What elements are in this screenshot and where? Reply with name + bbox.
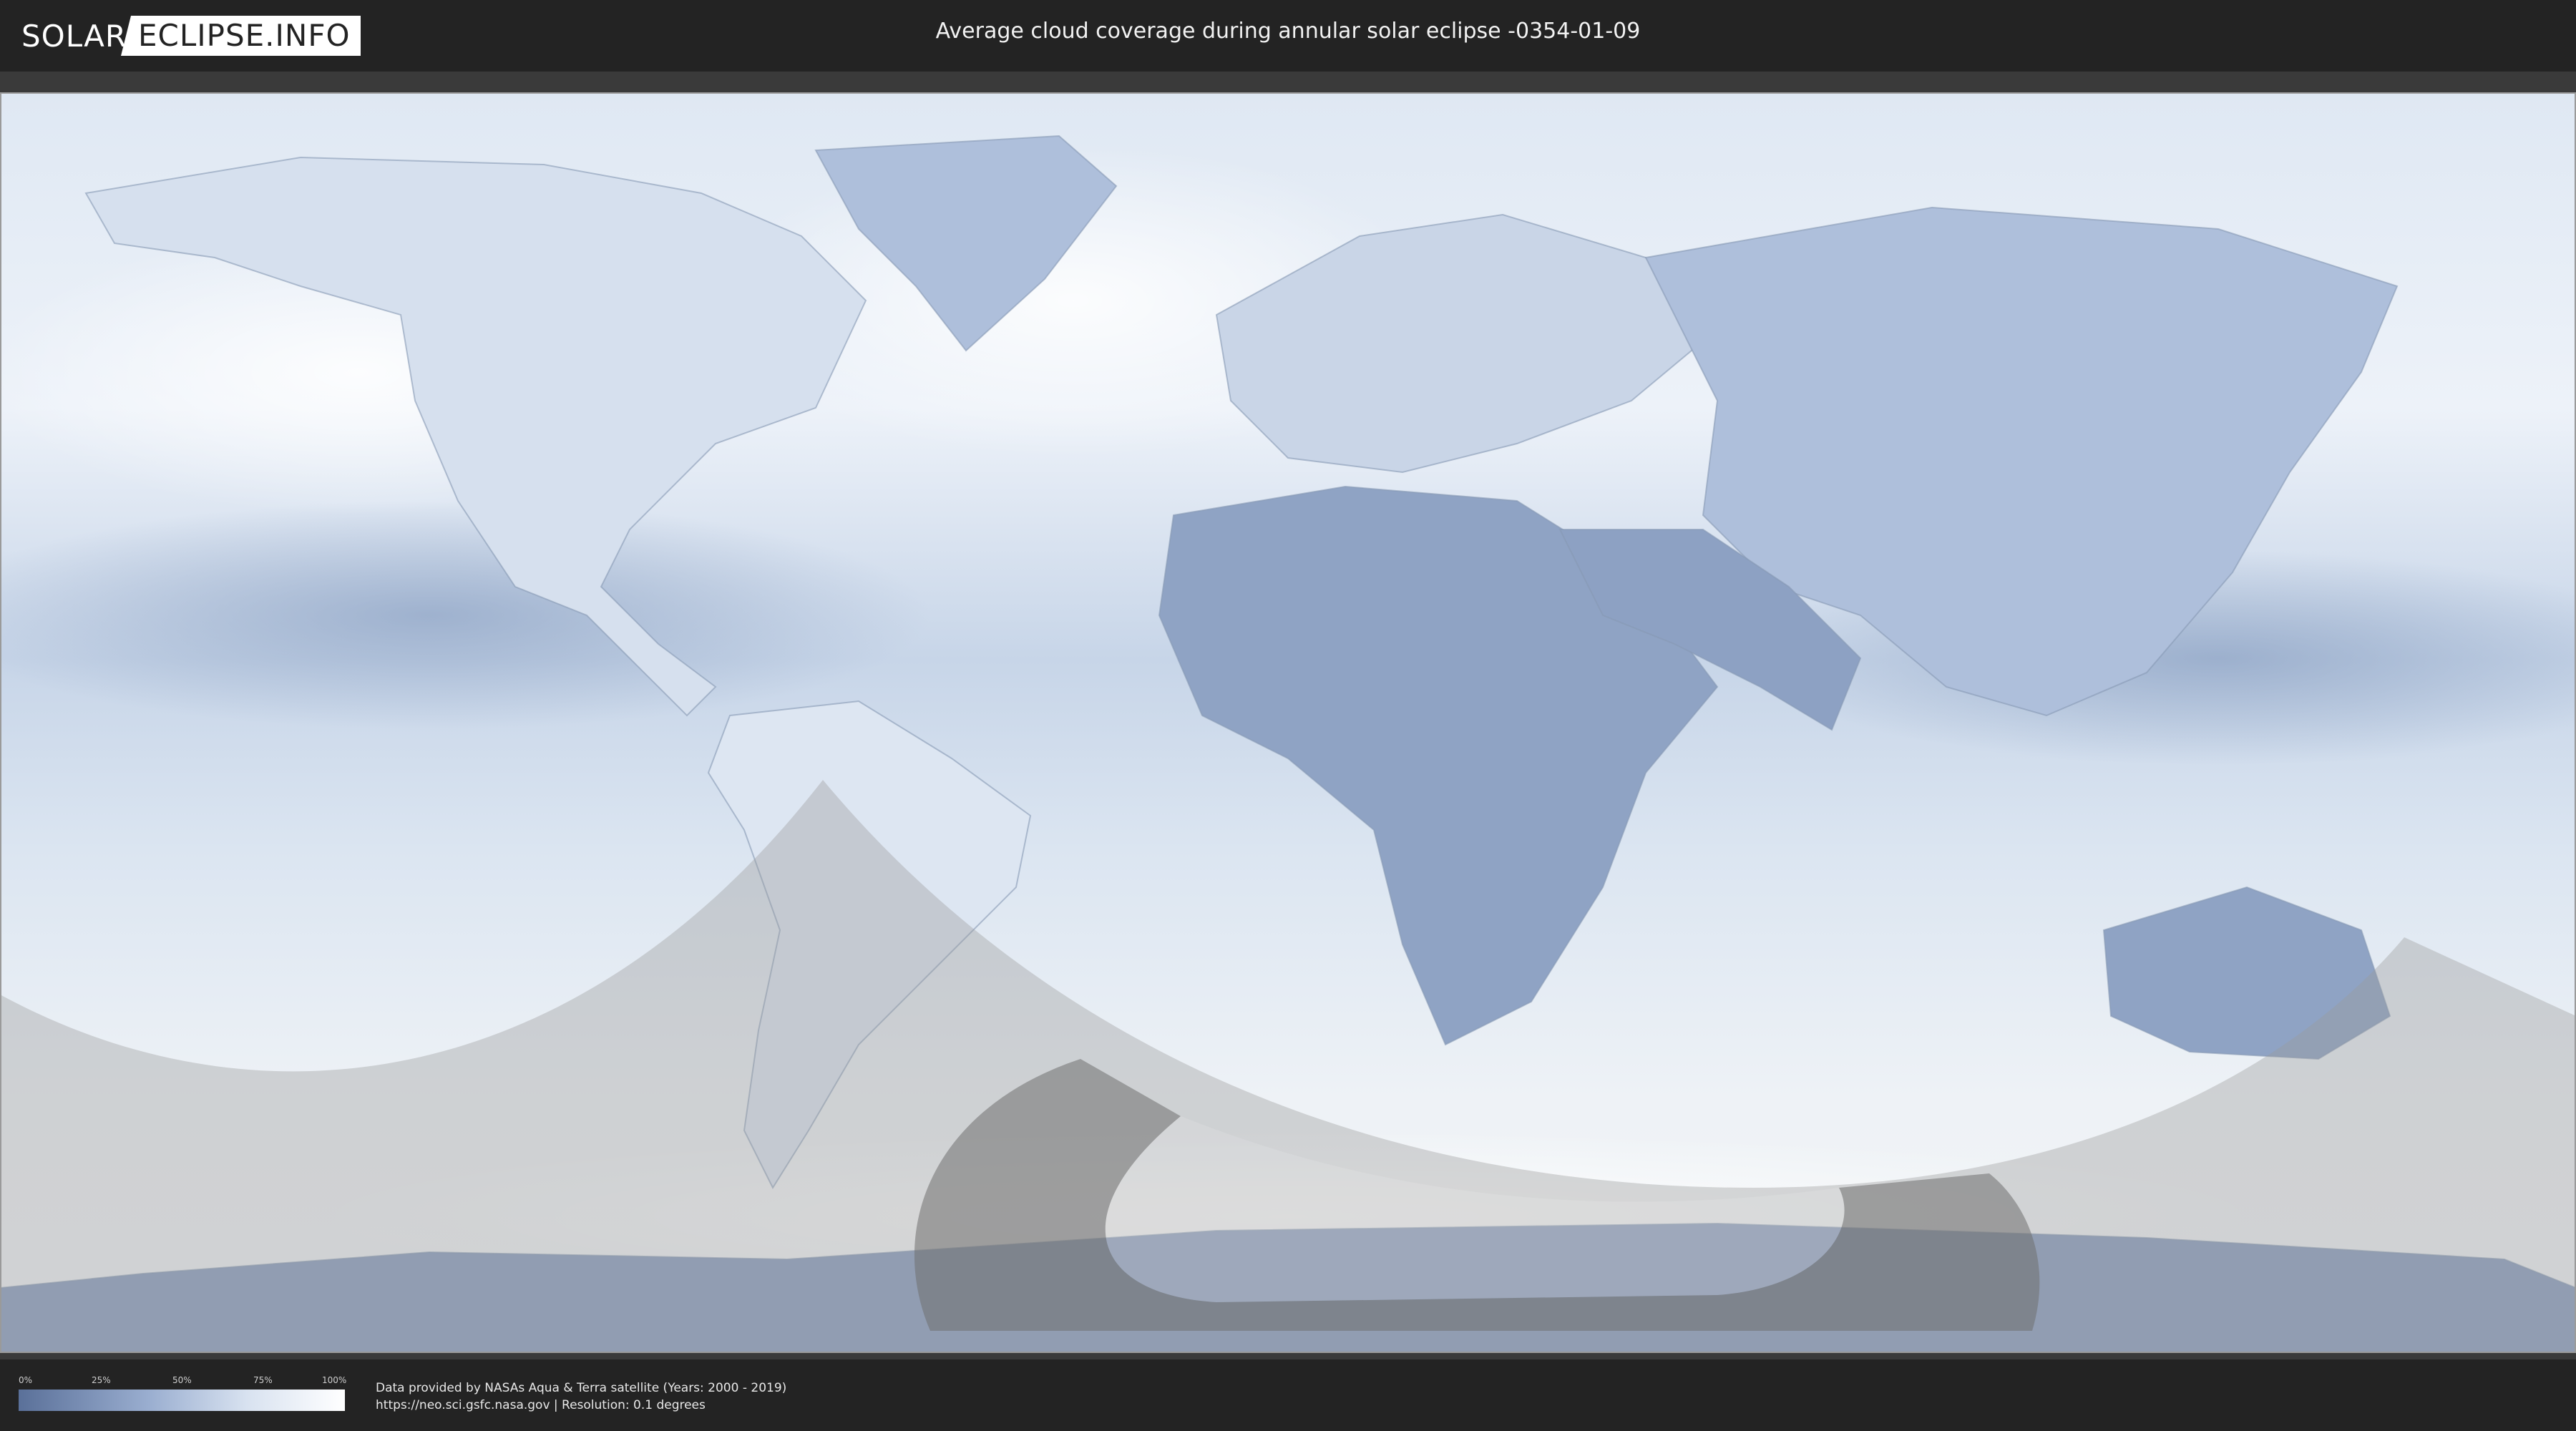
cloud-coverage-legend: 0% 25% 50% 75% 100%: [19, 1375, 347, 1415]
credit-line-url: https://neo.sci.gsfc.nasa.gov | Resoluti…: [376, 1398, 706, 1412]
legend-tick-75: 75%: [253, 1375, 273, 1385]
cloud-coverage-map: [0, 72, 2576, 1359]
legend-tick-50: 50%: [172, 1375, 192, 1385]
page-title: Average cloud coverage during annular so…: [935, 19, 1641, 44]
credit-line-source: Data provided by NASAs Aqua & Terra sate…: [376, 1381, 787, 1395]
legend-tick-100: 100%: [322, 1375, 347, 1385]
header-bar: SOLAR ECLIPSE.INFO Average cloud coverag…: [0, 0, 2576, 72]
legend-color-bar: [19, 1390, 345, 1411]
data-credits: Data provided by NASAs Aqua & Terra sate…: [376, 1379, 786, 1414]
legend-tick-0: 0%: [19, 1375, 33, 1385]
legend-tick-25: 25%: [92, 1375, 111, 1385]
legend-ticks: 0% 25% 50% 75% 100%: [19, 1375, 347, 1387]
footer-bar: 0% 25% 50% 75% 100% Data provided by NAS…: [0, 1359, 2576, 1431]
map-canvas: [0, 92, 2576, 1353]
